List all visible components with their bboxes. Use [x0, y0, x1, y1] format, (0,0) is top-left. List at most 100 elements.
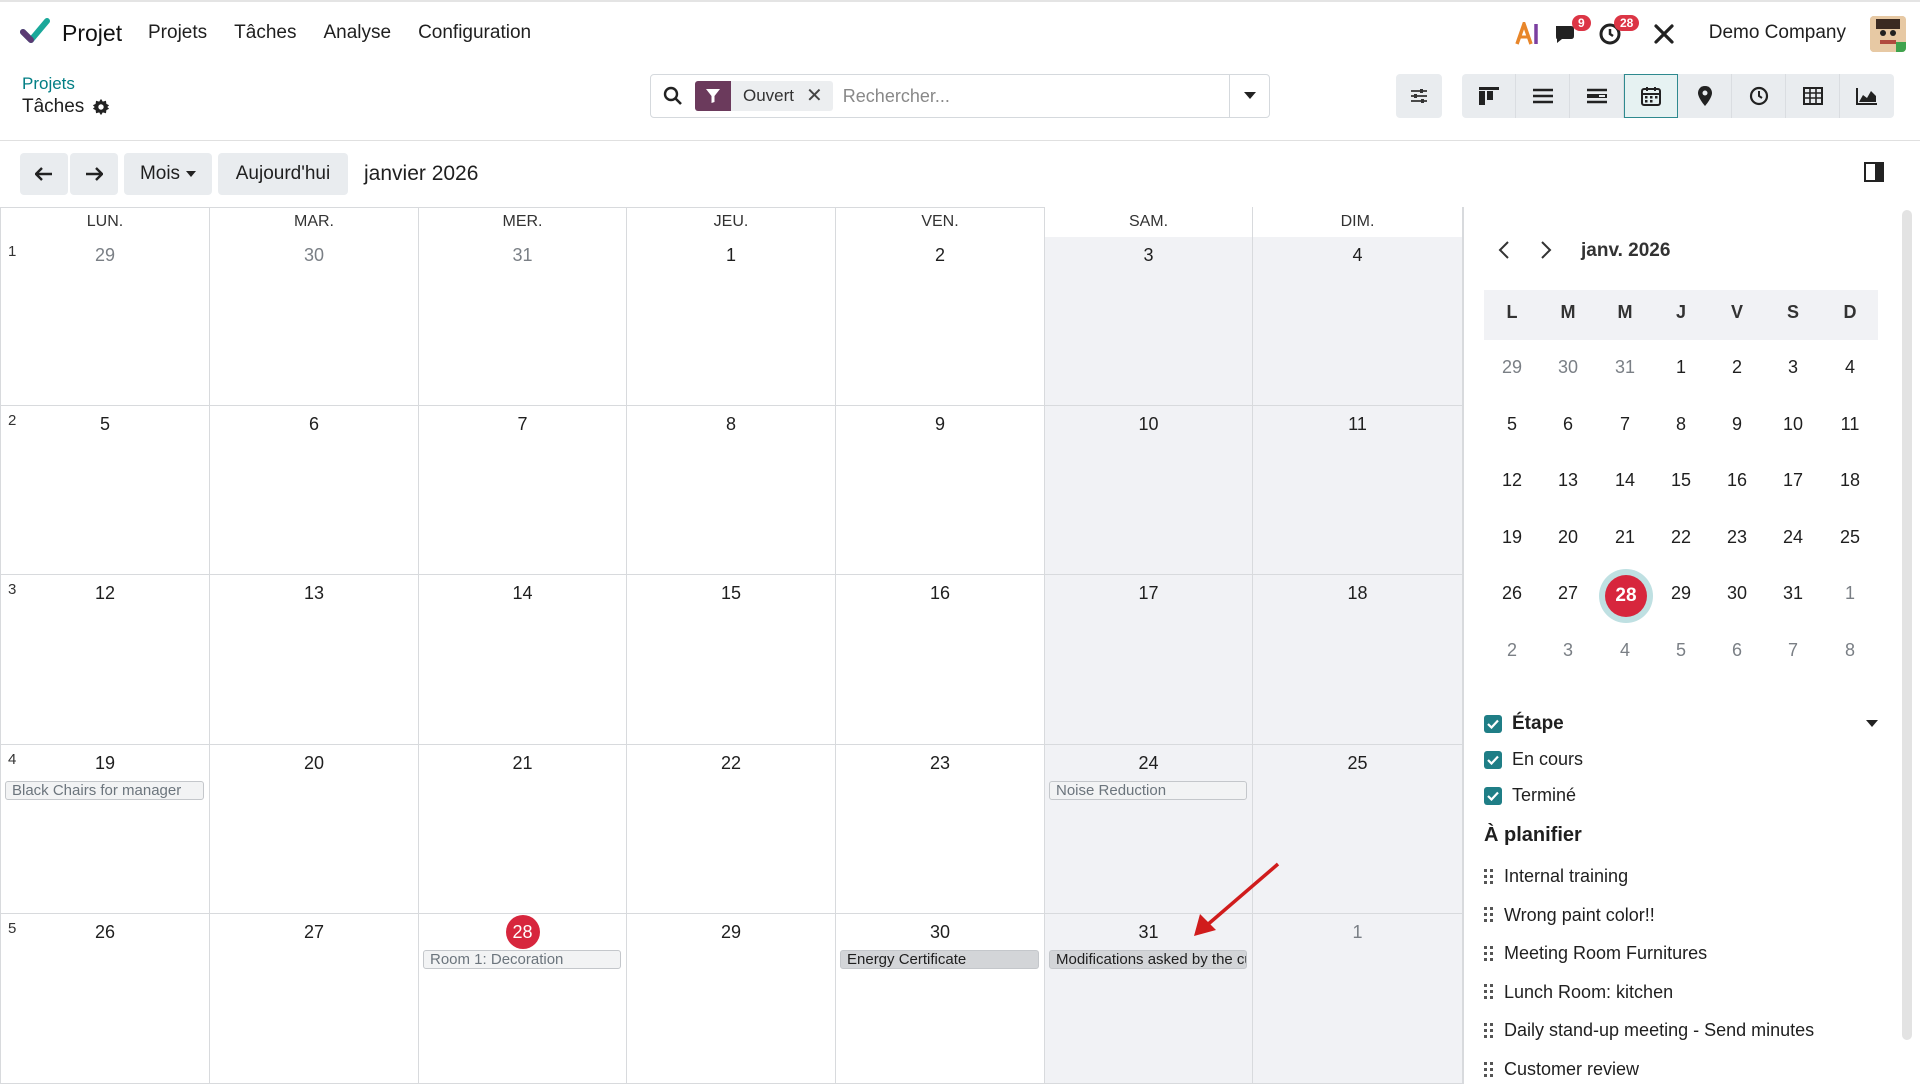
menu-taches[interactable]: Tâches: [234, 22, 296, 44]
mini-calendar-day[interactable]: 18: [1822, 470, 1878, 491]
drag-handle-icon[interactable]: [1484, 1061, 1494, 1078]
calendar-day-cell[interactable]: 12: [1, 575, 210, 745]
drag-handle-icon[interactable]: [1484, 868, 1494, 885]
etape-group-checkbox[interactable]: [1484, 715, 1502, 733]
breadcrumb-projects[interactable]: Projets: [22, 74, 75, 94]
mini-calendar-day[interactable]: 8: [1653, 414, 1709, 435]
calendar-day-cell[interactable]: 9: [836, 406, 1045, 575]
to-plan-item[interactable]: Daily stand-up meeting - Send minutes: [1484, 1020, 1814, 1041]
graph-view-button[interactable]: [1840, 74, 1894, 118]
calendar-day-cell[interactable]: 6: [210, 406, 419, 575]
user-avatar[interactable]: [1870, 16, 1906, 52]
mini-calendar-day[interactable]: 12: [1484, 470, 1540, 491]
menu-projets[interactable]: Projets: [148, 22, 207, 44]
calendar-day-cell[interactable]: 22: [627, 745, 836, 914]
mini-calendar-day[interactable]: 30: [1709, 583, 1765, 604]
calendar-event[interactable]: Noise Reduction: [1049, 781, 1247, 800]
gear-icon[interactable]: [92, 98, 110, 116]
calendar-day-cell[interactable]: 21: [419, 745, 627, 914]
calendar-day-cell[interactable]: 29: [627, 914, 836, 1084]
calendar-day-cell[interactable]: 23: [836, 745, 1045, 914]
mini-calendar-day[interactable]: 1: [1822, 583, 1878, 604]
mini-calendar-day[interactable]: 6: [1540, 414, 1596, 435]
mini-calendar-day[interactable]: 16: [1709, 470, 1765, 491]
calendar-day-cell[interactable]: 11: [1253, 406, 1463, 575]
kanban-view-button[interactable]: [1462, 74, 1516, 118]
mini-calendar-day[interactable]: 29: [1653, 583, 1709, 604]
calendar-day-cell[interactable]: 31: [419, 237, 627, 406]
mini-calendar-day[interactable]: 23: [1709, 527, 1765, 548]
mini-calendar-day[interactable]: 5: [1484, 414, 1540, 435]
mini-calendar-day[interactable]: 5: [1653, 640, 1709, 661]
calendar-day-cell[interactable]: 18: [1253, 575, 1463, 745]
drag-handle-icon[interactable]: [1484, 907, 1494, 923]
mini-calendar-day[interactable]: 22: [1653, 527, 1709, 548]
search-options-toggle[interactable]: [1229, 75, 1269, 117]
mini-calendar-day[interactable]: 3: [1765, 357, 1821, 378]
to-plan-item[interactable]: Wrong paint color!!: [1484, 905, 1655, 926]
activity-view-button[interactable]: [1732, 74, 1786, 118]
mini-calendar-day[interactable]: 27: [1540, 583, 1596, 604]
mini-calendar-day[interactable]: 17: [1765, 470, 1821, 491]
to-plan-item[interactable]: Customer review: [1484, 1059, 1639, 1080]
calendar-day-cell[interactable]: 27: [210, 914, 419, 1084]
search-input[interactable]: [842, 85, 1229, 107]
mini-calendar-day[interactable]: 24: [1765, 527, 1821, 548]
mini-calendar-day[interactable]: 8: [1822, 640, 1878, 661]
calendar-day-cell[interactable]: 5: [1, 406, 210, 575]
mini-today-highlight[interactable]: 28: [1599, 569, 1653, 623]
drag-handle-icon[interactable]: [1484, 984, 1494, 1000]
caret-down-icon[interactable]: [1866, 720, 1878, 728]
to-plan-item[interactable]: Lunch Room: kitchen: [1484, 982, 1673, 1003]
mini-calendar-day[interactable]: 6: [1709, 640, 1765, 661]
calendar-day-cell[interactable]: 16: [836, 575, 1045, 745]
mini-calendar-day[interactable]: 4: [1822, 357, 1878, 378]
scale-dropdown[interactable]: Mois: [124, 153, 212, 195]
calendar-day-cell[interactable]: 25: [1253, 745, 1463, 914]
mini-next-month-icon[interactable]: [1539, 240, 1553, 260]
calendar-day-cell[interactable]: 3: [1045, 237, 1253, 406]
calendar-day-cell[interactable]: 13: [210, 575, 419, 745]
calendar-event[interactable]: Modifications asked by the customer: [1049, 950, 1247, 969]
tools-icon[interactable]: [1650, 20, 1678, 48]
calendar-day-cell[interactable]: 1: [1253, 914, 1463, 1084]
mini-calendar-day[interactable]: 9: [1709, 414, 1765, 435]
app-name[interactable]: Projet: [62, 20, 122, 47]
mini-calendar-day[interactable]: 20: [1540, 527, 1596, 548]
mini-calendar-day[interactable]: 31: [1597, 357, 1653, 378]
mini-calendar-day[interactable]: 30: [1540, 357, 1596, 378]
mini-calendar-day[interactable]: 21: [1597, 527, 1653, 548]
calendar-day-cell[interactable]: 19: [1, 745, 210, 914]
mini-calendar-day[interactable]: 19: [1484, 527, 1540, 548]
side-panel-toggle-icon[interactable]: [1864, 162, 1884, 182]
filter-en-cours-checkbox[interactable]: [1484, 751, 1502, 769]
pivot-view-button[interactable]: [1786, 74, 1840, 118]
search-icon[interactable]: [651, 75, 695, 117]
today-button[interactable]: Aujourd'hui: [218, 153, 348, 195]
calendar-day-cell[interactable]: 30: [210, 237, 419, 406]
calendar-day-cell[interactable]: 28: [419, 914, 627, 1084]
mini-calendar-day[interactable]: 3: [1540, 640, 1596, 661]
sliders-icon[interactable]: [1396, 74, 1442, 118]
ai-icon[interactable]: [1514, 20, 1542, 48]
calendar-day-cell[interactable]: 14: [419, 575, 627, 745]
drag-handle-icon[interactable]: [1484, 1022, 1494, 1039]
calendar-day-cell[interactable]: 15: [627, 575, 836, 745]
calendar-event[interactable]: Energy Certificate: [840, 950, 1039, 969]
gantt-view-button[interactable]: [1570, 74, 1624, 118]
mini-calendar-day[interactable]: 25: [1822, 527, 1878, 548]
menu-configuration[interactable]: Configuration: [418, 22, 531, 44]
list-view-button[interactable]: [1516, 74, 1570, 118]
mini-calendar-day[interactable]: 14: [1597, 470, 1653, 491]
drag-handle-icon[interactable]: [1484, 945, 1494, 962]
facet-remove-icon[interactable]: ✕: [806, 86, 833, 106]
mini-prev-month-icon[interactable]: [1497, 240, 1511, 260]
calendar-event[interactable]: Room 1: Decoration: [423, 950, 621, 969]
project-app-logo-icon[interactable]: [20, 16, 50, 46]
mini-calendar-day[interactable]: 13: [1540, 470, 1596, 491]
side-panel-scrollbar[interactable]: [1902, 210, 1912, 1084]
calendar-day-cell[interactable]: 8: [627, 406, 836, 575]
calendar-day-cell[interactable]: 26: [1, 914, 210, 1084]
calendar-day-cell[interactable]: 7: [419, 406, 627, 575]
mini-calendar-day[interactable]: 26: [1484, 583, 1540, 604]
